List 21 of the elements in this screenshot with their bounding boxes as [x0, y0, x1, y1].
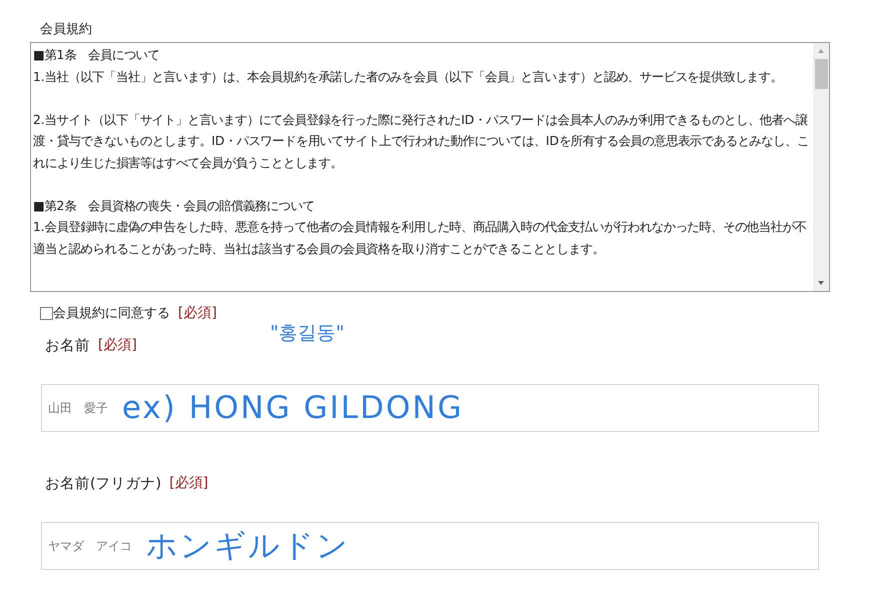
agree-label: 会員規約に同意する [53, 305, 170, 322]
required-label: [必須] [98, 336, 137, 354]
handwritten-note: ex) HONG GILDONG [122, 390, 464, 426]
article-paragraph: 2.当サイト（以下「サイト」と言います）にて会員登録を行った際に発行されたID・パスワードは会員本人のみが利用できるものとし、他者へ譲渡・貸与できないものとします。ID・パスワードを用いてサイト上で行われた動作については、IDを所有する会員の意思表示であるとみなし、これにより生じた損害等はすべて会員が負うこととします。 [33, 110, 809, 172]
scrollbar[interactable] [813, 43, 829, 291]
field-label: お名前 [45, 336, 90, 354]
terms-textarea[interactable] [30, 42, 830, 292]
scrollbar-thumb[interactable] [814, 59, 828, 89]
agree-checkbox[interactable] [40, 306, 53, 320]
required-label: [必須] [178, 304, 217, 322]
article-paragraph: 1.当社（以下「当社」と言います）は、本会員規約を承諾した者のみを会員（以下「会員」と言います）と認め、サービスを提供致します。 [33, 68, 784, 86]
required-label: [必須] [169, 474, 208, 492]
article-heading: ■第1条 会員について [33, 46, 160, 64]
terms-label: 会員規約 [40, 21, 93, 38]
article-paragraph: 1.会員登録時に虚偽の申告をした時、悪意を持って他者の会員情報を利用した時、商品購入時の代金支払いが行われなかった時、その他当社が不適当と認められることがあった時、当社は該当する会員の会員資格を取り消すことができることとします。 [33, 218, 808, 258]
handwritten-note: "홍길동" [270, 321, 344, 346]
text-input[interactable]: ヤマダ アイコ ホンギルドン [41, 522, 819, 570]
text-input[interactable]: 山田 愛子 ex) HONG GILDONG [41, 384, 819, 432]
handwritten-note: ホンギルドン [146, 527, 350, 566]
field-label: お名前(フリガナ) [45, 474, 162, 492]
article-heading: ■第2条 会員資格の喪失・会員の賠償義務について [33, 196, 316, 214]
